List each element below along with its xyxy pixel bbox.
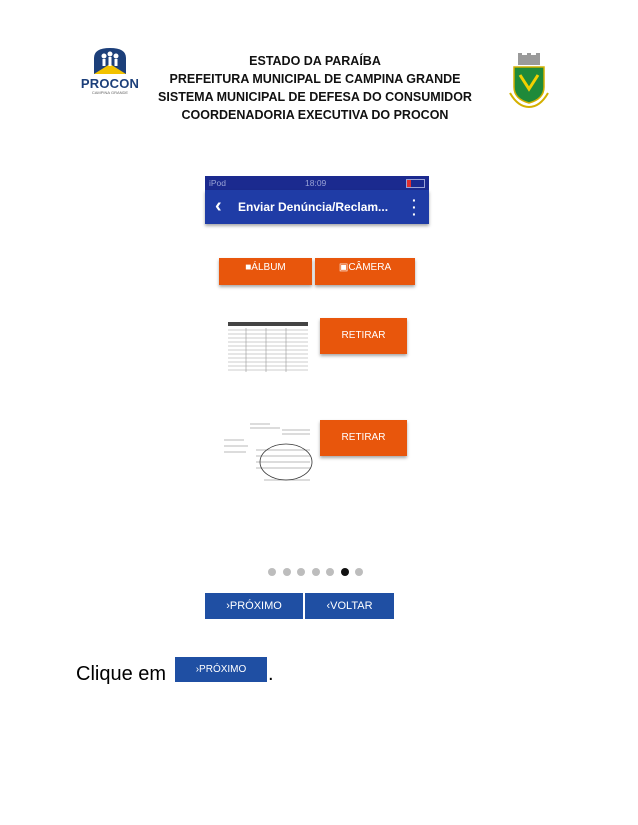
page-dot-active[interactable] [340, 568, 349, 576]
back-button[interactable]: ‹VOLTAR [305, 593, 394, 619]
page-dot[interactable] [282, 568, 291, 576]
page-dot[interactable] [297, 568, 305, 576]
back-button-label: VOLTAR [330, 600, 373, 612]
album-button-label: ÁLBUM [251, 262, 286, 273]
status-device-label: iPod [209, 178, 227, 188]
instruction-suffix: . [268, 663, 274, 685]
city-crest-icon [508, 53, 550, 109]
next-button-label: PRÓXIMO [229, 600, 282, 612]
page-dot[interactable] [326, 568, 334, 576]
attached-image-thumbnail [226, 320, 310, 374]
remove-image-button-2[interactable]: RETIRAR [320, 420, 407, 456]
header-line-state: ESTADO DA PARAÍBA [249, 54, 381, 68]
more-options-icon[interactable]: · · · [412, 193, 417, 221]
next-button[interactable]: ›PRÓXIMO [205, 593, 303, 619]
app-toolbar: ‹ Enviar Denúncia/Reclam... · · · [205, 190, 429, 224]
instruction-text: Clique em [76, 663, 167, 685]
back-arrow-icon[interactable]: ‹ [215, 195, 222, 218]
attached-image-thumbnail [220, 420, 314, 488]
inline-next-button-image: ›PRÓXIMO [175, 657, 267, 682]
camera-icon: ▣ [338, 262, 349, 273]
page-dot[interactable] [355, 568, 363, 576]
album-button[interactable]: ■ÁLBUM [219, 258, 312, 285]
screen-title: Enviar Denúncia/Reclam... [238, 200, 389, 214]
camera-button[interactable]: ▣CÂMERA [315, 258, 415, 285]
header-line-coordination: COORDENADORIA EXECUTIVA DO PROCON [181, 108, 449, 122]
remove-image-button-1[interactable]: RETIRAR [320, 318, 407, 354]
battery-icon [406, 179, 425, 188]
header-line-system: SISTEMA MUNICIPAL DE DEFESA DO CONSUMIDO… [158, 90, 472, 104]
page-dot[interactable] [268, 568, 276, 576]
document-header: ESTADO DA PARAÍBA PREFEITURA MUNICIPAL D… [130, 52, 500, 124]
phone-status-bar: iPod 18:09 [205, 176, 429, 190]
header-line-prefecture: PREFEITURA MUNICIPAL DE CAMPINA GRANDE [169, 72, 461, 86]
page-dot[interactable] [311, 568, 320, 576]
camera-button-label: CÂMERA [348, 262, 392, 273]
status-time: 18:09 [305, 178, 327, 188]
inline-next-button-label: PRÓXIMO [199, 664, 247, 675]
